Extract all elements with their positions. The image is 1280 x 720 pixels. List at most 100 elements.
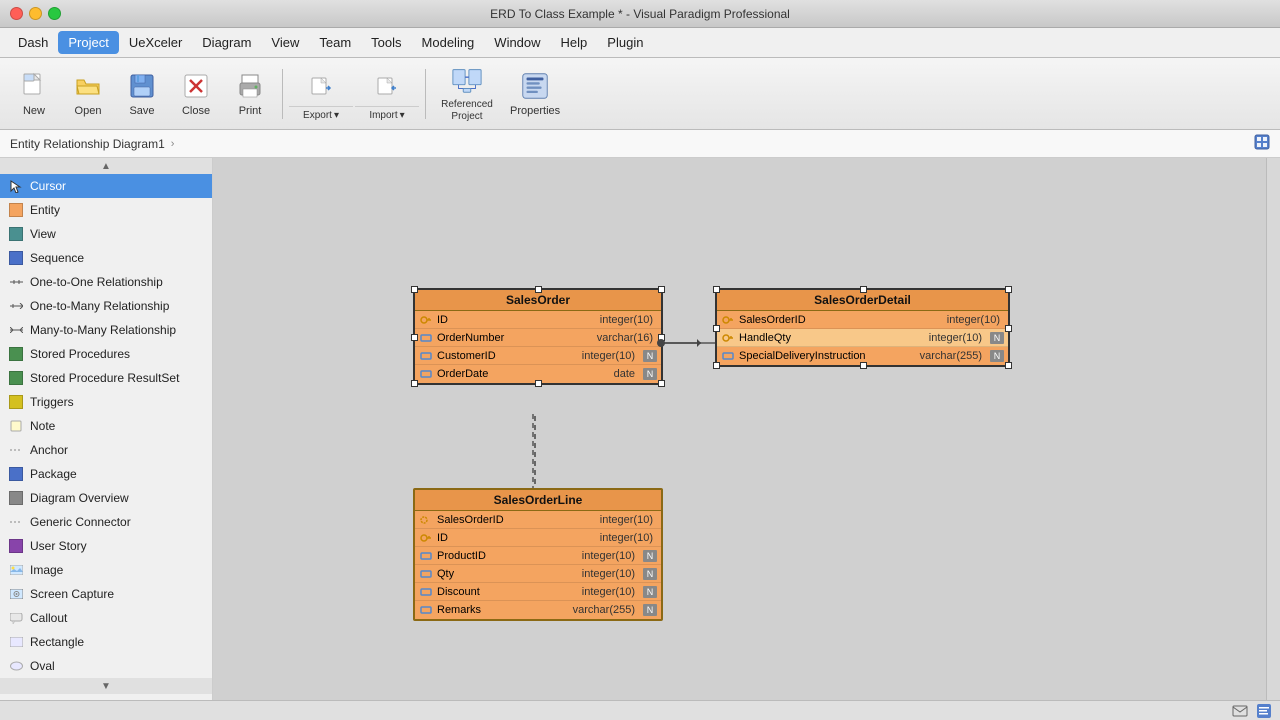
- sidebar-item-many-to-many[interactable]: Many-to-Many Relationship: [0, 318, 212, 342]
- fk-icon: [419, 513, 433, 527]
- table-row[interactable]: CustomerID integer(10) N: [415, 347, 661, 365]
- referenced-project-button[interactable]: ReferencedProject: [432, 64, 502, 124]
- table-row[interactable]: Discount integer(10) N: [415, 583, 661, 601]
- new-button[interactable]: New: [8, 64, 60, 124]
- field-icon: [419, 567, 433, 581]
- separator-2: [425, 69, 426, 119]
- sidebar-item-one-to-one[interactable]: One-to-One Relationship: [0, 270, 212, 294]
- cursor-icon: [8, 178, 24, 194]
- diagram-canvas[interactable]: SalesOrder ID integer(10) OrderNumber va…: [213, 158, 1280, 720]
- close-button[interactable]: Close: [170, 64, 222, 124]
- table-row[interactable]: Remarks varchar(255) N: [415, 601, 661, 619]
- menu-tools[interactable]: Tools: [361, 31, 411, 54]
- open-icon: [72, 70, 104, 102]
- sales-order-table-header: SalesOrder: [415, 290, 661, 311]
- oval-icon: [8, 658, 24, 674]
- view-icon: [8, 226, 24, 242]
- bottom-bar: [0, 700, 1280, 720]
- sidebar-item-sequence[interactable]: Sequence: [0, 246, 212, 270]
- pk-icon: [721, 313, 735, 327]
- close-window-button[interactable]: [10, 7, 23, 20]
- save-icon: [126, 70, 158, 102]
- close-icon: [180, 70, 212, 102]
- callout-icon: [8, 610, 24, 626]
- note-icon: [8, 418, 24, 434]
- sales-order-line-table[interactable]: SalesOrderLine SalesOrderID integer(10) …: [413, 488, 663, 621]
- sidebar-item-image[interactable]: Image: [0, 558, 212, 582]
- sidebar-scroll-up[interactable]: ▲: [0, 158, 212, 174]
- menu-diagram[interactable]: Diagram: [192, 31, 261, 54]
- sidebar: ▲ Cursor Entity View Sequ: [0, 158, 213, 720]
- sidebar-item-note[interactable]: Note: [0, 414, 212, 438]
- table-row[interactable]: ProductID integer(10) N: [415, 547, 661, 565]
- table-row[interactable]: ID integer(10): [415, 311, 661, 329]
- new-icon: [18, 70, 50, 102]
- sidebar-item-generic-connector[interactable]: Generic Connector: [0, 510, 212, 534]
- anchor-icon: [8, 442, 24, 458]
- properties-button[interactable]: Properties: [504, 64, 566, 124]
- table-row[interactable]: OrderNumber varchar(16): [415, 329, 661, 347]
- settings-icon[interactable]: [1256, 703, 1272, 719]
- window-title: ERD To Class Example * - Visual Paradigm…: [490, 7, 790, 21]
- import-button[interactable]: Import ▾: [355, 64, 419, 124]
- sidebar-item-oval[interactable]: Oval: [0, 654, 212, 678]
- main-area: ▲ Cursor Entity View Sequ: [0, 158, 1280, 720]
- print-button[interactable]: Print: [224, 64, 276, 124]
- sales-order-detail-table-header: SalesOrderDetail: [717, 290, 1008, 311]
- sidebar-item-cursor[interactable]: Cursor: [0, 174, 212, 198]
- image-icon: [8, 562, 24, 578]
- canvas-scrollbar[interactable]: [1266, 158, 1280, 720]
- sidebar-item-user-story[interactable]: User Story: [0, 534, 212, 558]
- window-controls: [10, 7, 61, 20]
- table-row[interactable]: ID integer(10): [415, 529, 661, 547]
- sidebar-item-triggers[interactable]: Triggers: [0, 390, 212, 414]
- pk-icon: [419, 531, 433, 545]
- export-button[interactable]: Export ▾: [289, 64, 353, 124]
- sequence-icon: [8, 250, 24, 266]
- diagram-view-icon[interactable]: [1254, 134, 1270, 150]
- sidebar-item-view[interactable]: View: [0, 222, 212, 246]
- diagram-overview-icon: [8, 490, 24, 506]
- sidebar-item-anchor[interactable]: Anchor: [0, 438, 212, 462]
- table-row[interactable]: SalesOrderID integer(10): [415, 511, 661, 529]
- sidebar-item-one-to-many[interactable]: One-to-Many Relationship: [0, 294, 212, 318]
- sidebar-scroll-down[interactable]: ▼: [0, 678, 212, 694]
- table-row[interactable]: HandleQty integer(10) N: [717, 329, 1008, 347]
- menu-view[interactable]: View: [261, 31, 309, 54]
- save-button[interactable]: Save: [116, 64, 168, 124]
- field-icon: [419, 331, 433, 345]
- menu-help[interactable]: Help: [551, 31, 598, 54]
- menu-modeling[interactable]: Modeling: [412, 31, 485, 54]
- sidebar-item-rectangle[interactable]: Rectangle: [0, 630, 212, 654]
- minimize-window-button[interactable]: [29, 7, 42, 20]
- sidebar-item-stored-procedures[interactable]: Stored Procedures: [0, 342, 212, 366]
- sidebar-item-diagram-overview[interactable]: Diagram Overview: [0, 486, 212, 510]
- menu-window[interactable]: Window: [484, 31, 550, 54]
- sidebar-item-callout[interactable]: Callout: [0, 606, 212, 630]
- menubar: Dash Project UeXceler Diagram View Team …: [0, 28, 1280, 58]
- sidebar-item-package[interactable]: Package: [0, 462, 212, 486]
- menu-plugin[interactable]: Plugin: [597, 31, 653, 54]
- field-icon: [419, 603, 433, 617]
- pk-icon: [419, 313, 433, 327]
- menu-dash[interactable]: Dash: [8, 31, 58, 54]
- table-row[interactable]: SalesOrderID integer(10): [717, 311, 1008, 329]
- import-icon: [376, 76, 398, 98]
- open-button[interactable]: Open: [62, 64, 114, 124]
- sidebar-item-screen-capture[interactable]: Screen Capture: [0, 582, 212, 606]
- titlebar: ERD To Class Example * - Visual Paradigm…: [0, 0, 1280, 28]
- sales-order-table[interactable]: SalesOrder ID integer(10) OrderNumber va…: [413, 288, 663, 385]
- table-row[interactable]: Qty integer(10) N: [415, 565, 661, 583]
- sales-order-detail-table[interactable]: SalesOrderDetail SalesOrderID integer(10…: [715, 288, 1010, 367]
- mail-icon[interactable]: [1232, 703, 1248, 719]
- user-story-icon: [8, 538, 24, 554]
- sidebar-item-stored-procedure-resultset[interactable]: Stored Procedure ResultSet: [0, 366, 212, 390]
- stored-procedures-icon: [8, 346, 24, 362]
- menu-team[interactable]: Team: [309, 31, 361, 54]
- screen-capture-icon: [8, 586, 24, 602]
- one-to-many-icon: [8, 298, 24, 314]
- menu-uexceler[interactable]: UeXceler: [119, 31, 192, 54]
- sidebar-item-entity[interactable]: Entity: [0, 198, 212, 222]
- menu-project[interactable]: Project: [58, 31, 118, 54]
- maximize-window-button[interactable]: [48, 7, 61, 20]
